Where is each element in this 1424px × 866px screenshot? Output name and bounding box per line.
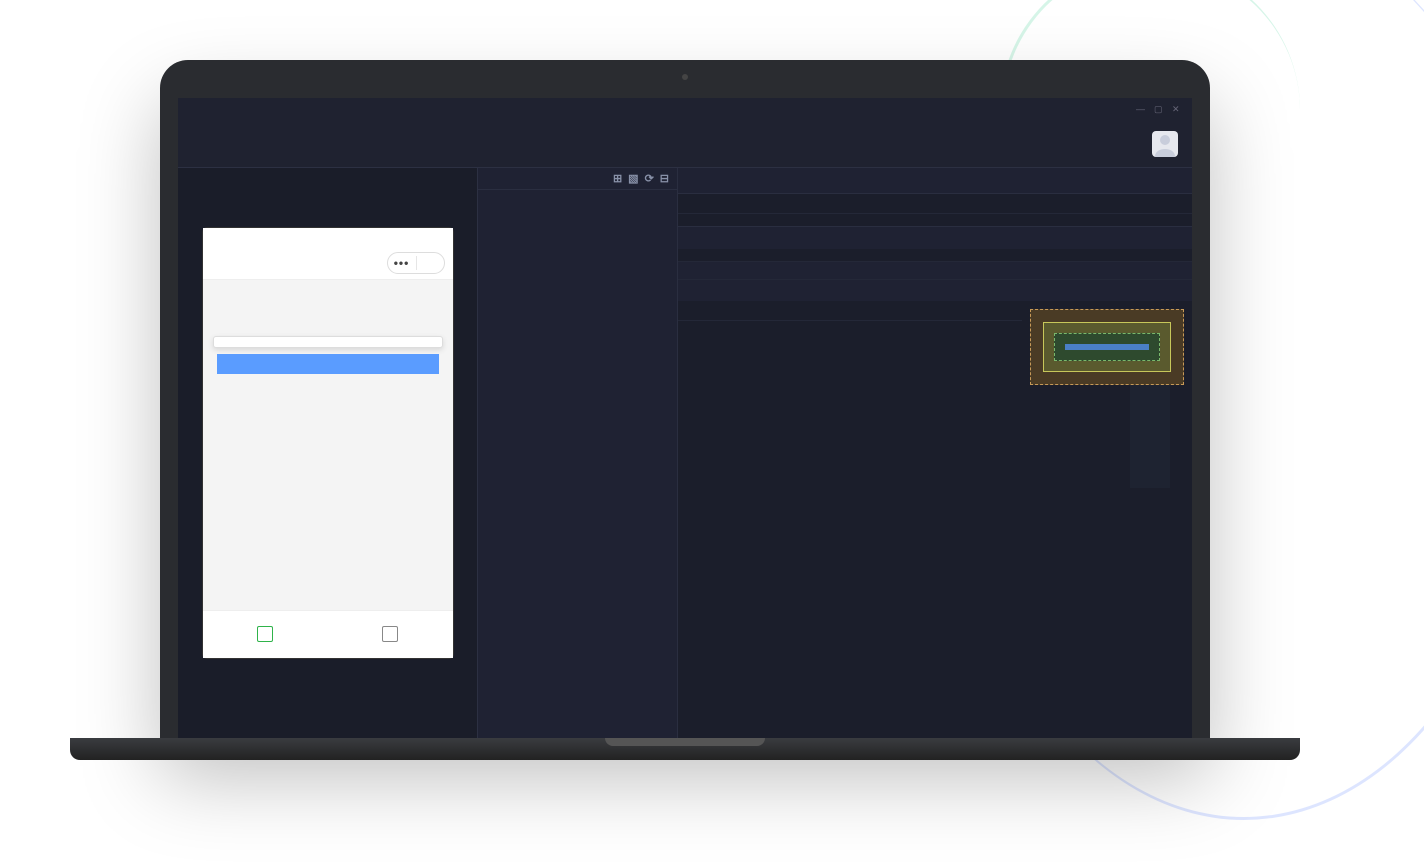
dom-tree[interactable] bbox=[678, 249, 1192, 261]
editor-column bbox=[678, 168, 1192, 738]
capsule-button[interactable]: ••• bbox=[387, 252, 445, 274]
new-file-icon[interactable]: ⊞ bbox=[613, 172, 622, 185]
capsule-close-icon[interactable] bbox=[416, 256, 444, 270]
refresh-icon[interactable]: ⟳ bbox=[645, 172, 654, 185]
tabbar-api[interactable] bbox=[328, 611, 453, 658]
menu-bar: — ▢ ✕ bbox=[178, 98, 1192, 120]
inspector-tooltip bbox=[213, 336, 443, 348]
box-content-size bbox=[1065, 344, 1149, 350]
file-explorer: ⊞ ▧ ⟳ ⊟ bbox=[478, 168, 678, 738]
top-toolbar bbox=[178, 120, 1192, 168]
api-icon bbox=[382, 626, 398, 642]
grid-icon bbox=[257, 626, 273, 642]
device-label[interactable] bbox=[178, 168, 477, 188]
code-editor[interactable] bbox=[678, 214, 1192, 226]
simulator-pane: ••• bbox=[178, 168, 478, 738]
new-folder-icon[interactable]: ▧ bbox=[628, 172, 638, 185]
window-buttons: — ▢ ✕ bbox=[1136, 104, 1182, 114]
avatar[interactable] bbox=[1152, 131, 1178, 157]
phone-simulator: ••• bbox=[203, 228, 453, 658]
devtools bbox=[678, 226, 1192, 738]
maximize-icon[interactable]: ▢ bbox=[1154, 104, 1164, 114]
collapse-icon[interactable]: ⊟ bbox=[660, 172, 669, 185]
box-model bbox=[1022, 301, 1192, 738]
minimize-icon[interactable]: — bbox=[1136, 104, 1146, 114]
close-icon[interactable]: ✕ bbox=[1172, 104, 1182, 114]
styles-rules[interactable] bbox=[678, 301, 1022, 738]
laptop-mockup: — ▢ ✕ ••• bbox=[160, 60, 1210, 760]
tabbar-components[interactable] bbox=[203, 611, 328, 658]
highlighted-element[interactable] bbox=[217, 354, 439, 374]
capsule-menu-icon[interactable]: ••• bbox=[388, 256, 416, 270]
